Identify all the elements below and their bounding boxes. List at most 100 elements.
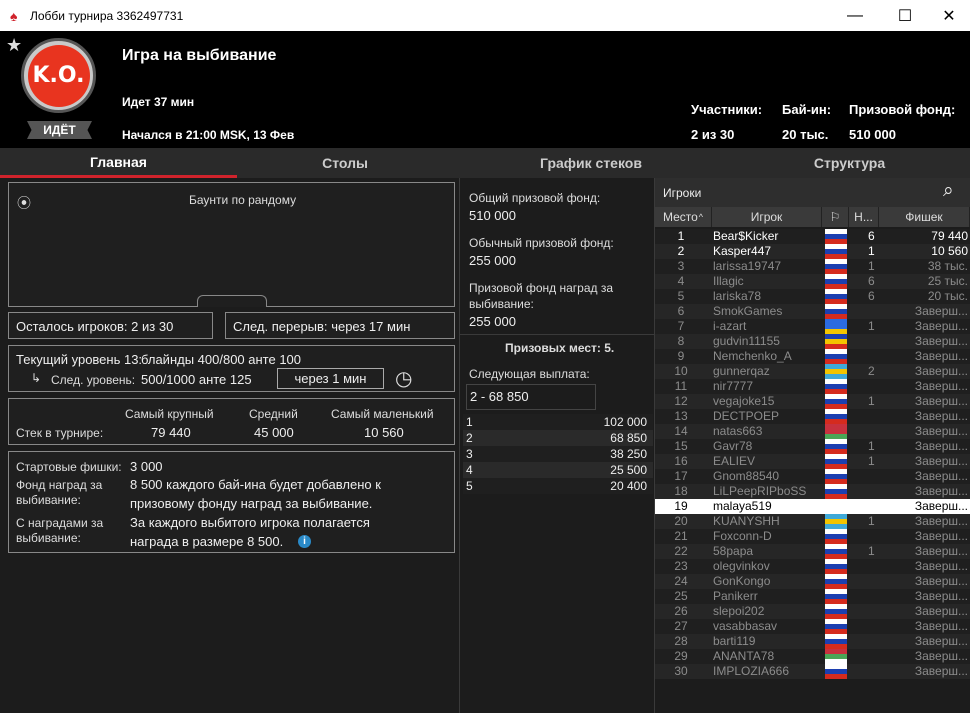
player-row[interactable]: 20 KUANYSHH 1 Заверш... [655,514,970,529]
player-row[interactable]: 11 nir7777 Заверш... [655,379,970,394]
player-tables: 2 [868,364,875,378]
player-row[interactable]: 14 natas663 Заверш... [655,424,970,439]
country-flag-icon [825,424,847,439]
player-row[interactable]: 30 IMPLOZIA666 Заверш... [655,664,970,679]
player-row[interactable]: 7 i-azart 1 Заверш... [655,319,970,334]
info-icon[interactable]: i [298,535,311,548]
players-search-input[interactable]: Игроки [663,186,701,200]
next-payout-box: 2 - 68 850 [466,384,596,410]
player-row[interactable]: 9 Nemchenko_A Заверш... [655,349,970,364]
player-row[interactable]: 10 gunnerqaz 2 Заверш... [655,364,970,379]
player-row[interactable]: 13 DECTPOEP Заверш... [655,409,970,424]
player-row[interactable]: 2 Kasper447 1 10 560 [655,244,970,259]
bounty-prize-label-1: Призовой фонд наград за [469,281,614,295]
player-row[interactable]: 19 malaya519 Заверш... [655,499,970,514]
tab-tables[interactable]: Столы [237,148,453,178]
player-name: gudvin11155 [713,334,780,348]
country-flag-icon [825,484,847,499]
col-player-label: Игрок [750,210,783,224]
next-payout-value: 2 - 68 850 [470,389,529,404]
col-place[interactable]: Место ^ [655,207,712,227]
player-place: 29 [674,649,688,663]
col-flag[interactable]: ⚐ [822,207,849,227]
player-name: LiLPeepRIPboSS [713,484,807,498]
with-bounties-label-1: С наградами за [16,516,104,530]
collapse-handle[interactable] [197,295,267,307]
player-row[interactable]: 29 ANANTA78 Заверш... [655,649,970,664]
player-tables: 1 [868,319,875,333]
player-chips: Заверш... [914,649,968,663]
prize-amount: 20 400 [610,479,647,493]
player-row[interactable]: 5 lariska78 6 20 тыс. [655,289,970,304]
buyin-value: 20 тыс. [782,127,829,142]
player-place: 15 [674,439,688,453]
next-level-timer: через 1 мин [277,368,384,389]
next-break-label: След. перерыв: [233,319,328,334]
player-place: 3 [677,259,685,273]
player-row[interactable]: 12 vegajoke15 1 Заверш... [655,394,970,409]
search-icon[interactable]: ⌕ [943,180,954,202]
player-place: 30 [674,664,688,678]
minimize-icon[interactable]: — [832,0,878,31]
player-row[interactable]: 6 SmokGames Заверш... [655,304,970,319]
col-player[interactable]: Игрок [712,207,822,227]
player-row[interactable]: 21 Foxconn-D Заверш... [655,529,970,544]
player-place: 5 [677,289,685,303]
country-flag-icon [825,499,847,514]
player-place: 27 [674,619,688,633]
player-chips: Заверш... [914,634,968,648]
player-row[interactable]: 8 gudvin11155 Заверш... [655,334,970,349]
tab-main[interactable]: Главная [0,148,237,178]
player-chips: 10 560 [931,244,968,258]
close-icon[interactable]: ✕ [926,0,970,31]
maximize-icon[interactable]: ☐ [882,0,928,31]
player-row[interactable]: 24 GonKongo Заверш... [655,574,970,589]
player-name: gunnerqaz [713,364,770,378]
player-row[interactable]: 16 EALIEV 1 Заверш... [655,454,970,469]
player-row[interactable]: 22 58papa 1 Заверш... [655,544,970,559]
col-chips-label: Фишек [905,210,943,224]
window-title: Лобби турнира 3362497731 [30,8,184,23]
player-name: KUANYSHH [713,514,780,528]
player-place: 19 [674,499,688,513]
col-n-label: Н... [854,210,873,224]
col-n[interactable]: Н... [849,207,879,227]
tab-stack-chart[interactable]: График стеков [453,148,729,178]
player-chips: Заверш... [914,499,968,513]
country-flag-icon [825,649,847,664]
player-row[interactable]: 26 slepoi202 Заверш... [655,604,970,619]
player-row[interactable]: 18 LiLPeepRIPboSS Заверш... [655,484,970,499]
prize-place: 3 [466,447,473,461]
player-row[interactable]: 1 Bear$Kicker 6 79 440 [655,229,970,244]
player-chips: Заверш... [914,349,968,363]
player-row[interactable]: 27 vasabbasav Заверш... [655,619,970,634]
player-tables: 1 [868,514,875,528]
player-place: 17 [674,469,688,483]
player-place: 7 [677,319,685,333]
players-left-label: Осталось игроков: [16,319,128,334]
player-name: larissa19747 [713,259,782,273]
player-place: 21 [674,529,688,543]
favorite-star-icon[interactable]: ★ [6,35,22,56]
tab-structure[interactable]: Структура [729,148,970,178]
player-row[interactable]: 4 Illagic 6 25 тыс. [655,274,970,289]
col-chips[interactable]: Фишек [879,207,970,227]
player-chips: Заверш... [914,439,968,453]
player-name: natas663 [713,424,763,438]
player-chips: Заверш... [914,364,968,378]
regular-prize-label: Обычный призовой фонд: [469,236,614,250]
ko-logo: K.O. [21,38,96,113]
player-tables: 6 [868,274,875,288]
player-row[interactable]: 3 larissa19747 1 38 тыс. [655,259,970,274]
average-stack-label: Средний [249,407,298,421]
player-row[interactable]: 15 Gavr78 1 Заверш... [655,439,970,454]
player-row[interactable]: 28 barti119 Заверш... [655,634,970,649]
player-chips: Заверш... [914,379,968,393]
player-place: 22 [674,544,688,558]
next-level-arrow-icon: ↳ [31,371,42,385]
player-row[interactable]: 25 Panikerr Заверш... [655,589,970,604]
player-row[interactable]: 17 Gnom88540 Заверш... [655,469,970,484]
player-row[interactable]: 23 olegvinkov Заверш... [655,559,970,574]
players-left-value: 2 из 30 [131,319,174,334]
bounty-prize-label-2: выбивание: [469,297,534,311]
